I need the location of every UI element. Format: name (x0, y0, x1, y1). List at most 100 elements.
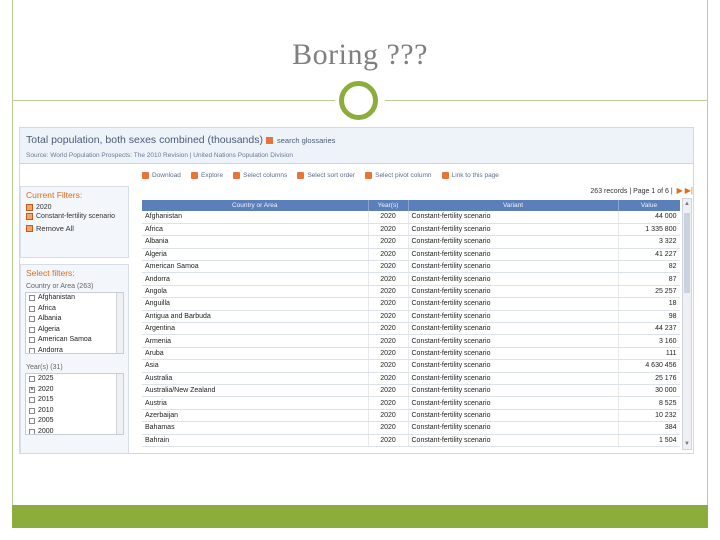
tool-label: Explore (201, 172, 224, 179)
column-header-country[interactable]: Country or Area (142, 200, 369, 211)
table-scrollbar[interactable]: ▲ ▼ (682, 198, 692, 450)
table-row[interactable]: Austria 2020 Constant-fertility scenario 8 … (142, 396, 680, 410)
select-filters-panel: Select filters: Country or Area (263) Af… (20, 264, 129, 453)
table-row[interactable]: Andorra 2020 Constant-fertility scenario 87 (142, 272, 680, 286)
remove-all-button[interactable]: Remove All (21, 221, 128, 236)
glossary-label: search glossaries (277, 136, 336, 145)
table-row[interactable]: American Samoa 2020 Constant-fertility sce… (142, 260, 680, 274)
select-columns-button[interactable]: Select columns (233, 172, 287, 179)
explore-button[interactable]: Explore (191, 172, 223, 179)
select-pivot-column-button[interactable]: Select pivot column (365, 172, 431, 179)
column-header-variant[interactable]: Variant (408, 200, 619, 211)
year-option[interactable]: 2005 (26, 416, 123, 427)
table-row[interactable]: Aruba 2020 Constant-fertility scenario 111 (142, 347, 680, 361)
scroll-up-icon[interactable]: ▲ (683, 199, 691, 209)
option-label: Andorra (38, 346, 63, 354)
scroll-down-icon[interactable]: ▼ (683, 439, 691, 449)
cell-variant: Constant-fertility scenario (408, 211, 619, 224)
cell-country: Austria (142, 396, 369, 410)
remove-filter-icon[interactable] (26, 213, 33, 220)
cell-value: 384 (618, 421, 680, 435)
tool-label: Select columns (243, 172, 288, 179)
current-filters-heading: Current Filters: (26, 190, 83, 200)
table-row[interactable]: Armenia 2020 Constant-fertility scenario 3 … (142, 334, 680, 348)
cell-variant: Constant-fertility scenario (408, 384, 619, 398)
cell-country: American Samoa (142, 260, 369, 274)
table-row[interactable]: Africa 2020 Constant-fertility scenario 1 3… (142, 223, 680, 237)
option-label: Albania (38, 315, 62, 322)
year-list[interactable]: 2025 × 2020 2015 2010 2005 2000 (25, 373, 124, 435)
table-row[interactable]: Bahrain 2020 Constant-fertility scenario 1 … (142, 434, 680, 447)
columns-icon (233, 172, 241, 179)
country-list-scrollbar[interactable] (116, 293, 123, 353)
table-row[interactable]: Bahamas 2020 Constant-fertility scenario 38… (142, 421, 680, 435)
table-row[interactable]: Asia 2020 Constant-fertility scenario 4 630… (142, 359, 680, 373)
scrollbar-thumb[interactable] (684, 213, 690, 293)
cell-value: 87 (618, 272, 680, 286)
year-option[interactable]: 2015 (26, 395, 123, 406)
current-filters-panel: Current Filters: 2020 Constant-fertility… (20, 186, 129, 258)
cell-country: Bahamas (142, 421, 369, 435)
checkbox[interactable] (29, 295, 35, 301)
table-row[interactable]: Antigua and Barbuda 2020 Constant-fertilit… (142, 310, 680, 324)
year-option[interactable]: 2025 (26, 374, 123, 385)
title-circle-ornament (339, 81, 378, 120)
table-row[interactable]: Anguilla 2020 Constant-fertility scenario 1… (142, 297, 680, 311)
year-option[interactable]: 2010 (26, 406, 123, 417)
table-row[interactable]: Afghanistan 2020 Constant-fertility scenar… (142, 211, 680, 224)
checkbox[interactable] (29, 407, 35, 414)
table-row[interactable]: Argentina 2020 Constant-fertility scenario… (142, 322, 680, 336)
cell-year: 2020 (368, 310, 409, 324)
remove-filter-icon[interactable] (26, 204, 33, 211)
tool-label: Select sort order (307, 172, 356, 179)
current-filter-item[interactable]: Constant-fertility scenario (21, 212, 128, 221)
cell-year: 2020 (368, 347, 409, 361)
country-option[interactable]: Albania (26, 314, 123, 325)
checkbox[interactable] (29, 326, 35, 333)
checkbox[interactable] (29, 316, 35, 322)
table-row[interactable]: Algeria 2020 Constant-fertility scenario 41… (142, 248, 680, 262)
table-row[interactable]: Azerbaijan 2020 Constant-fertility scenari… (142, 409, 680, 423)
cell-year: 2020 (368, 248, 409, 262)
dataset-source[interactable]: Source: World Population Prospects: The … (26, 152, 293, 159)
checkbox[interactable] (29, 347, 35, 353)
checkbox[interactable] (29, 337, 35, 343)
column-header-value[interactable]: Value (618, 200, 680, 211)
table-row[interactable]: Albania 2020 Constant-fertility scenario 3 … (142, 235, 680, 249)
year-option[interactable]: × 2020 (26, 385, 123, 396)
country-option[interactable]: Algeria (26, 325, 123, 336)
cell-variant: Constant-fertility scenario (408, 359, 619, 373)
country-option[interactable]: American Samoa (26, 335, 123, 346)
year-list-scrollbar[interactable] (116, 374, 123, 434)
select-filters-heading: Select filters: (26, 268, 75, 278)
checkbox[interactable] (29, 376, 35, 382)
download-button[interactable]: Download (142, 172, 181, 179)
next-page-icon[interactable]: ▶ (677, 186, 683, 195)
cell-variant: Constant-fertility scenario (408, 223, 619, 237)
table-row[interactable]: Angola 2020 Constant-fertility scenario 25 … (142, 285, 680, 299)
year-option[interactable]: 2000 (26, 427, 123, 434)
cell-value: 1 504 (618, 434, 680, 447)
current-filter-item[interactable]: 2020 (21, 203, 128, 212)
checkbox[interactable] (29, 305, 35, 312)
cell-country: Australia/New Zealand (142, 384, 369, 398)
country-list[interactable]: Afghanistan Africa Albania Algeria Ameri… (25, 292, 124, 354)
cell-variant: Constant-fertility scenario (408, 347, 619, 361)
country-option[interactable]: Africa (26, 304, 123, 315)
checkbox[interactable] (29, 418, 35, 424)
glossary-toggle[interactable]: search glossaries (266, 136, 335, 145)
remove-all-label: Remove All (36, 224, 74, 233)
last-page-icon[interactable]: ▶| (685, 186, 693, 195)
country-option[interactable]: Afghanistan (26, 293, 123, 304)
table-row[interactable]: Australia/New Zealand 2020 Constant-fertil… (142, 384, 680, 398)
link-to-page-button[interactable]: Link to this page (441, 172, 499, 179)
cell-value: 18 (618, 297, 680, 311)
table-row[interactable]: Australia 2020 Constant-fertility scenario… (142, 372, 680, 385)
checkbox-checked[interactable]: × (29, 386, 35, 393)
cell-variant: Constant-fertility scenario (408, 260, 619, 274)
country-option[interactable]: Andorra (26, 346, 123, 354)
select-sort-order-button[interactable]: Select sort order (297, 172, 355, 179)
checkbox[interactable] (29, 397, 35, 403)
column-header-year[interactable]: Year(s) (368, 200, 409, 211)
checkbox[interactable] (29, 428, 35, 434)
